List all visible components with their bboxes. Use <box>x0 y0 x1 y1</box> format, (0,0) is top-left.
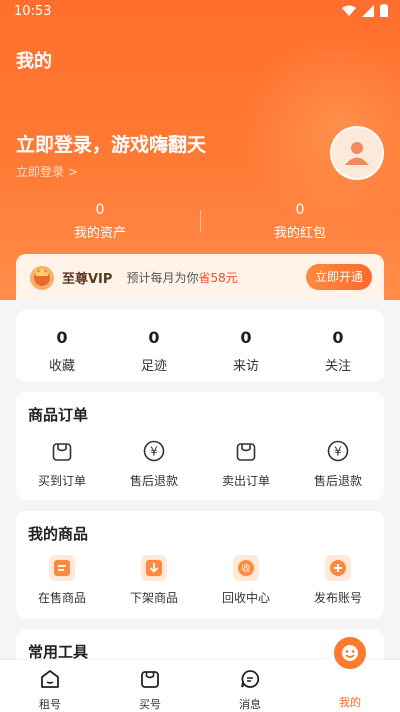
vip-banner: 至尊VIP 预计每月为你省58元 立即开通 <box>16 254 384 300</box>
item-label: 在售商品 <box>37 591 86 605</box>
on-sale-icon <box>49 555 75 581</box>
section-title: 商品订单 <box>28 406 89 424</box>
vip-save-amount: 省58元 <box>198 270 238 285</box>
red-packets-value: 0 <box>295 202 305 218</box>
sold-orders[interactable]: 卖出订单 <box>200 438 292 489</box>
stat-label: 足迹 <box>140 359 167 374</box>
yen-icon: ¥ <box>325 438 351 464</box>
bag-icon <box>233 438 259 464</box>
yen-icon: ¥ <box>141 438 167 464</box>
item-label: 发布账号 <box>313 591 362 605</box>
svg-text:¥: ¥ <box>150 445 158 459</box>
stat-value: 0 <box>240 328 252 347</box>
activate-vip-button[interactable]: 立即开通 <box>306 264 372 290</box>
bag-icon <box>49 438 75 464</box>
system-icons <box>342 4 388 17</box>
stat-label: 关注 <box>324 359 351 374</box>
item-label: 卖出订单 <box>221 474 270 488</box>
assets-label: 我的资产 <box>73 226 126 241</box>
off-shelf-icon <box>141 555 167 581</box>
off-shelf-goods[interactable]: 下架商品 <box>108 555 200 606</box>
tab-label: 我的 <box>339 696 361 709</box>
assets-value: 0 <box>95 202 105 218</box>
vip-desc-prefix: 预计每月为你 <box>126 270 199 285</box>
login-link[interactable]: 立即登录 > <box>16 163 78 180</box>
tab-label: 买号 <box>139 698 161 711</box>
status-bar: 10:53 <box>0 0 400 24</box>
stat-following[interactable]: 0 关注 <box>292 310 384 382</box>
my-goods-card: 我的商品 在售商品 下架商品 收 回收中心 发布账号 <box>16 511 384 619</box>
home-icon <box>41 670 59 688</box>
stat-value: 0 <box>148 328 160 347</box>
message-icon <box>241 670 260 688</box>
publish-account[interactable]: 发布账号 <box>292 555 384 606</box>
login-slogan: 立即登录，游戏嗨翻天 <box>16 134 207 156</box>
tab-buy[interactable]: 买号 <box>100 660 200 712</box>
bought-orders[interactable]: 买到订单 <box>16 438 108 489</box>
stat-label: 来访 <box>232 359 259 374</box>
svg-text:收: 收 <box>241 563 250 575</box>
tab-messages[interactable]: 消息 <box>200 660 300 712</box>
item-label: 下架商品 <box>129 591 178 605</box>
item-label: 回收中心 <box>221 591 270 605</box>
stats-card: 0 收藏 0 足迹 0 来访 0 关注 <box>16 310 384 382</box>
signal-icon <box>362 4 374 17</box>
item-label: 买到订单 <box>37 474 86 488</box>
tab-label: 租号 <box>39 698 61 711</box>
page-title: 我的 <box>16 51 52 72</box>
battery-icon <box>380 4 388 17</box>
publish-icon <box>325 555 351 581</box>
my-assets[interactable]: 0 我的资产 <box>0 202 200 241</box>
item-label: 售后退款 <box>313 474 362 488</box>
vip-description: 预计每月为你省58元 <box>126 269 237 286</box>
on-sale-goods[interactable]: 在售商品 <box>16 555 108 606</box>
red-packets-label: 我的红包 <box>273 226 326 241</box>
stat-value: 0 <box>56 328 68 347</box>
vip-crown-icon <box>30 266 54 290</box>
section-title: 常用工具 <box>28 643 89 661</box>
status-time: 10:53 <box>14 4 52 19</box>
avatar[interactable] <box>330 126 384 180</box>
stat-value: 0 <box>332 328 344 347</box>
user-icon <box>345 142 369 165</box>
orders-card: 商品订单 买到订单 ¥ 售后退款 卖出订单 ¥ 售后退款 <box>16 392 384 500</box>
section-title: 我的商品 <box>28 525 89 543</box>
stat-footprints[interactable]: 0 足迹 <box>108 310 200 382</box>
svg-text:¥: ¥ <box>334 445 342 459</box>
tab-label: 消息 <box>239 698 261 711</box>
my-red-packets[interactable]: 0 我的红包 <box>200 202 400 241</box>
seller-after-sales-refund[interactable]: ¥ 售后退款 <box>292 438 384 489</box>
wifi-icon <box>342 5 356 16</box>
after-sales-refund[interactable]: ¥ 售后退款 <box>108 438 200 489</box>
tab-rent[interactable]: 租号 <box>0 660 100 712</box>
recycle-icon: 收 <box>233 555 259 581</box>
smile-icon <box>331 634 369 672</box>
recycle-center[interactable]: 收 回收中心 <box>200 555 292 606</box>
bottom-tab-bar: 租号 买号 消息 我的 <box>0 634 400 712</box>
vip-name: 至尊VIP <box>62 271 113 287</box>
stat-label: 收藏 <box>48 359 75 374</box>
bag-icon <box>141 671 159 688</box>
tab-mine[interactable]: 我的 <box>300 634 400 712</box>
stat-favorites[interactable]: 0 收藏 <box>16 310 108 382</box>
stat-visitors[interactable]: 0 来访 <box>200 310 292 382</box>
item-label: 售后退款 <box>129 474 178 488</box>
